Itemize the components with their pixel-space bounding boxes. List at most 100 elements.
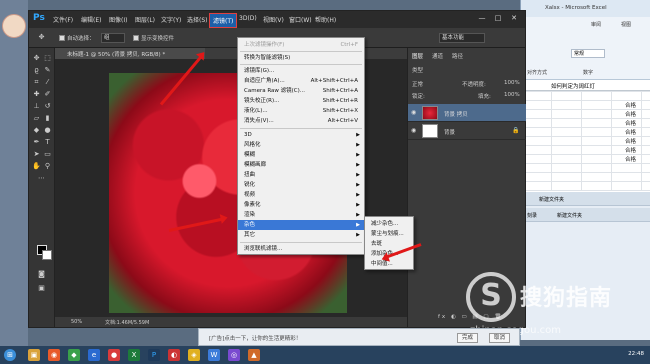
menu-item-vanishing-point[interactable]: 消失点(V)... Alt+Ctrl+V (238, 116, 364, 126)
menu-view[interactable]: 视图(V) (263, 15, 284, 24)
blend-mode-select[interactable]: 正常 (412, 80, 423, 88)
blur-tool[interactable]: ◆ (32, 126, 41, 135)
photoshop-taskbar-icon[interactable]: P (148, 349, 160, 361)
workspace-select[interactable]: 基本功能 (439, 33, 485, 43)
screen-mode-icon[interactable]: ▣ (37, 284, 46, 293)
close-button[interactable]: ✕ (507, 13, 521, 24)
cancel-button[interactable]: 取消 (489, 333, 511, 343)
lasso-tool[interactable]: ϱ (32, 66, 41, 75)
maximize-button[interactable]: □ (491, 13, 505, 24)
menu-layer[interactable]: 图层(L) (135, 15, 155, 24)
menu-help[interactable]: 帮助(H) (315, 15, 336, 24)
auto-select-checkbox[interactable] (59, 35, 65, 41)
pen-tool[interactable]: ✒ (32, 138, 41, 147)
type-tool[interactable]: T (43, 138, 52, 147)
menu-item-blur[interactable]: 模糊 ▶ (238, 150, 364, 160)
menu-type[interactable]: 文字(Y) (161, 15, 181, 24)
stamp-tool[interactable]: ⊥ (32, 102, 41, 111)
layer-row[interactable]: ◉ 背景 拷贝 (408, 104, 526, 122)
menu-item-adaptive-wide[interactable]: 自适应广角(A)... Alt+Shift+Ctrl+A (238, 76, 364, 86)
path-select-tool[interactable]: ➤ (32, 150, 41, 159)
eraser-tool[interactable]: ▱ (32, 114, 41, 123)
menu-edit[interactable]: 编辑(E) (81, 15, 101, 24)
clock[interactable]: 22:48 (628, 351, 644, 357)
menu-item-blur-gallery[interactable]: 模糊画廊 ▶ (238, 160, 364, 170)
taskbar-app-icon[interactable]: ▣ (28, 349, 40, 361)
excel-grid[interactable]: 合格 合格 合格 合格 合格 合格 合格 (521, 91, 650, 191)
done-button[interactable]: 完成 (457, 333, 479, 343)
menu-item-noise[interactable]: 杂色 ▶ (238, 220, 364, 230)
healing-tool[interactable]: ✚ (32, 90, 41, 99)
menu-item-lens-correction[interactable]: 镜头校正(R)... Shift+Ctrl+R (238, 96, 364, 106)
move-tool[interactable]: ✥ (32, 54, 41, 63)
menu-item-stylize[interactable]: 风格化 ▶ (238, 140, 364, 150)
taskbar-app-icon[interactable]: ▲ (248, 349, 260, 361)
start-button[interactable]: ⊞ (4, 349, 16, 361)
new-folder-button-2[interactable]: 新建文件夹 (557, 212, 582, 219)
taskbar-app-icon[interactable]: ◆ (68, 349, 80, 361)
quick-select-tool[interactable]: ✎ (43, 66, 52, 75)
taskbar-app-icon[interactable]: ◈ (188, 349, 200, 361)
tab-channels[interactable]: 通道 (432, 52, 443, 60)
menu-item-last-filter[interactable]: 上次滤镜操作(F) Ctrl+F (238, 40, 364, 50)
cell[interactable]: 合格 (625, 128, 636, 136)
tab-paths[interactable]: 路径 (452, 52, 463, 60)
layer-row[interactable]: ◉ 背景 🔒 (408, 122, 526, 140)
history-brush-tool[interactable]: ↺ (43, 102, 52, 111)
menu-item-convert-smart[interactable]: 转换为智能滤镜(S) (238, 53, 364, 63)
menu-item-other[interactable]: 其它 ▶ (238, 230, 364, 240)
menu-select[interactable]: 选择(S) (187, 15, 208, 24)
shape-tool[interactable]: ▭ (43, 150, 52, 159)
eyedropper-tool[interactable]: ⁄ (43, 78, 52, 87)
hand-tool[interactable]: ✋ (32, 162, 41, 171)
menu-item-render[interactable]: 渲染 ▶ (238, 210, 364, 220)
taskbar-app-icon[interactable]: ◎ (228, 349, 240, 361)
opacity-value[interactable]: 100% (504, 80, 520, 86)
menu-item-3d[interactable]: 3D ▶ (238, 130, 364, 140)
menu-item-liquify[interactable]: 液化(L)... Shift+Ctrl+X (238, 106, 364, 116)
quick-mask-icon[interactable]: ◙ (37, 270, 46, 279)
menu-item-pixelate[interactable]: 像素化 ▶ (238, 200, 364, 210)
menu-file[interactable]: 文件(F) (53, 15, 73, 24)
menu-item-camera-raw[interactable]: Camera Raw 滤镜(C)... Shift+Ctrl+A (238, 86, 364, 96)
menu-item-browse-online[interactable]: 浏览联机滤镜... (238, 244, 364, 254)
menu-item-sharpen[interactable]: 锐化 ▶ (238, 180, 364, 190)
menu-window[interactable]: 窗口(W) (289, 15, 312, 24)
brush-tool[interactable]: ✐ (43, 90, 52, 99)
new-folder-button[interactable]: 新建文件夹 (521, 192, 650, 206)
crop-tool[interactable]: ⌗ (32, 78, 41, 87)
zoom-level[interactable]: 50% (71, 319, 82, 325)
cell[interactable]: 合格 (625, 110, 636, 118)
document-tab[interactable]: 未标题-1 @ 50% (背景 拷贝, RGB/8) * (55, 48, 205, 59)
background-color-swatch[interactable] (42, 250, 52, 260)
more-tools-icon[interactable]: ⋯ (37, 174, 46, 183)
cell[interactable]: 合格 (625, 137, 636, 145)
taskbar-app-icon[interactable]: ◉ (48, 349, 60, 361)
fill-value[interactable]: 100% (504, 92, 520, 98)
visibility-eye-icon[interactable]: ◉ (411, 109, 419, 116)
taskbar-app-icon[interactable]: ◐ (168, 349, 180, 361)
excel-taskbar-icon[interactable]: X (128, 349, 140, 361)
menu-item-distort[interactable]: 扭曲 ▶ (238, 170, 364, 180)
taskbar-app-icon[interactable]: e (88, 349, 100, 361)
ribbon-tab-view[interactable]: 视图 (621, 21, 631, 28)
zoom-tool[interactable]: ⚲ (43, 162, 52, 171)
layer-kind-filter[interactable]: 类型 (412, 66, 423, 74)
submenu-item-dust-scratches[interactable]: 蒙尘与划痕... (365, 229, 413, 239)
cell[interactable]: 合格 (625, 146, 636, 154)
menu-item-video[interactable]: 视频 ▶ (238, 190, 364, 200)
visibility-eye-icon[interactable]: ◉ (411, 127, 419, 134)
taskbar-app-icon[interactable]: W (208, 349, 220, 361)
tab-layers[interactable]: 图层 (412, 52, 423, 60)
formula-bar[interactable]: 如何判定为阔红灯 (521, 80, 650, 91)
minimize-button[interactable]: — (475, 13, 489, 24)
menu-item-filter-gallery[interactable]: 滤镜库(G)... (238, 66, 364, 76)
menu-3d[interactable]: 3D(D) (239, 15, 257, 22)
number-format-select[interactable]: 常规 (571, 49, 605, 58)
cell[interactable]: 合格 (625, 119, 636, 127)
marquee-tool[interactable]: ⬚ (43, 54, 52, 63)
dodge-tool[interactable]: ● (43, 126, 52, 135)
taskbar-app-icon[interactable]: ● (108, 349, 120, 361)
gradient-tool[interactable]: ▮ (43, 114, 52, 123)
submenu-item-reduce-noise[interactable]: 减少杂色... (365, 219, 413, 229)
